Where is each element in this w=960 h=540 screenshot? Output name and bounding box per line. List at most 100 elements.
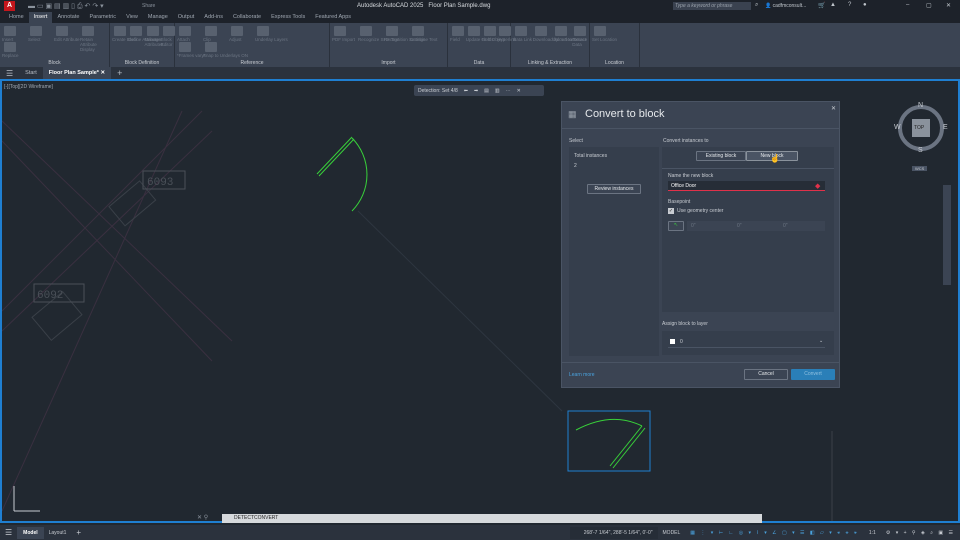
navigation-bar[interactable] <box>943 185 951 285</box>
ribbon-tab-output[interactable]: Output <box>173 12 200 23</box>
ribbon-tool-icon[interactable] <box>146 26 159 36</box>
ribbon-tool-icon[interactable] <box>515 26 527 36</box>
coordinates-readout[interactable]: 268'-7 1/64", 288'-5 1/64", 0'-0" <box>569 526 658 539</box>
y-coordinate-input[interactable]: 0" <box>733 221 779 231</box>
panel-label[interactable]: Block Definition <box>110 60 174 66</box>
close-icon[interactable]: ✕ <box>517 88 521 94</box>
ribbon-tool-icon[interactable] <box>205 26 217 36</box>
compass-n[interactable]: N <box>918 102 923 109</box>
ribbon-tool-icon[interactable] <box>594 26 606 36</box>
panel-label[interactable]: Reference <box>175 60 329 66</box>
wcs-menu[interactable]: WCS <box>912 166 928 171</box>
menu-icon[interactable]: ☰ <box>0 528 17 537</box>
ribbon-tab-featured-apps[interactable]: Featured Apps <box>310 12 356 23</box>
user-menu[interactable]: 👤 cadfmconsult... <box>765 3 806 9</box>
ribbon-tool-label[interactable]: Data Link <box>513 37 532 42</box>
annotation-scale[interactable]: 1:1 <box>864 530 881 536</box>
ribbon-tool-icon[interactable] <box>162 26 175 36</box>
block-name-input[interactable]: Office Door <box>668 181 825 191</box>
review-instances-button[interactable]: Review instances <box>587 184 641 194</box>
ribbon-tool-icon[interactable] <box>386 26 398 36</box>
quick-access-icons[interactable]: ▬ ▭ ▣ ▤ ▥ ▯ ⎙ ↶ ↷ ▾ <box>28 2 104 11</box>
share-button[interactable]: Share <box>142 3 155 9</box>
panel-label[interactable]: Import <box>330 60 447 66</box>
ribbon-tool-icon[interactable] <box>4 42 16 52</box>
viewport-label[interactable]: [-][Top][2D Wireframe] <box>4 84 53 90</box>
ribbon-tool-label[interactable]: Underlay Layers <box>255 37 288 42</box>
ignore-icon[interactable]: ▥ <box>495 88 500 94</box>
command-line-tools[interactable]: ✕ ⚲ <box>197 514 208 521</box>
ribbon-tab-parametric[interactable]: Parametric <box>84 12 121 23</box>
viewcube[interactable]: TOP N S W E WCS <box>894 102 950 180</box>
search-input[interactable]: Type a keyword or phrase <box>673 2 751 10</box>
tab-start[interactable]: Start <box>19 70 43 76</box>
ribbon-tool-label[interactable]: *Frames vary* <box>177 53 206 58</box>
ribbon-tab-express-tools[interactable]: Express Tools <box>266 12 310 23</box>
ribbon-tool-icon[interactable] <box>4 26 16 36</box>
x-coordinate-input[interactable]: 0" <box>687 221 733 231</box>
ribbon-tool-icon[interactable] <box>554 26 567 36</box>
ribbon-tool-icon[interactable] <box>130 26 143 36</box>
ribbon-tab-add-ins[interactable]: Add-ins <box>199 12 228 23</box>
autodesk-icon[interactable]: ▲ <box>830 2 836 8</box>
compass-s[interactable]: S <box>918 147 923 154</box>
model-space-button[interactable]: MODEL <box>658 530 686 536</box>
ribbon-tool-label[interactable]: Set Location <box>592 37 617 42</box>
tab-layout1[interactable]: Layout1 <box>44 530 72 536</box>
ribbon-tool-icon[interactable] <box>483 26 496 36</box>
ribbon-tool-icon[interactable] <box>452 26 464 36</box>
learn-more-link[interactable]: Learn more <box>569 372 595 378</box>
cancel-button[interactable]: Cancel <box>744 369 788 380</box>
close-icon[interactable]: ✕ <box>946 2 951 9</box>
convert-button[interactable]: Convert <box>791 369 835 380</box>
ribbon-tab-manage[interactable]: Manage <box>143 12 173 23</box>
account-icon[interactable]: ● <box>863 2 867 8</box>
close-tab-icon[interactable]: ✕ <box>100 70 105 76</box>
status-tools-icons[interactable]: ⚙ ▾ + ⚲ ◈ ⌕ ▣ ☰ <box>881 530 960 536</box>
compass-w[interactable]: W <box>894 124 901 131</box>
search-icon[interactable]: ⌕ <box>755 2 758 9</box>
panel-label[interactable]: Linking & Extraction <box>511 60 589 66</box>
ribbon-tool-label[interactable]: PDF Import <box>332 37 355 42</box>
command-line[interactable]: DETECTCONVERT <box>222 514 762 523</box>
add-layout-icon[interactable]: + <box>71 528 86 537</box>
ribbon-tool-icon[interactable] <box>114 26 126 36</box>
ribbon-tool-icon[interactable] <box>334 26 346 36</box>
panel-label[interactable]: Block <box>0 60 109 66</box>
panel-label[interactable]: Location <box>590 60 639 66</box>
ribbon-tab-view[interactable]: View <box>121 12 143 23</box>
ribbon-tool-icon[interactable] <box>360 26 372 36</box>
tab-model[interactable]: Model <box>17 526 44 539</box>
minimize-icon[interactable]: – <box>906 2 909 8</box>
ribbon-tool-label[interactable]: Edit Attribute <box>54 37 80 42</box>
ribbon-tool-icon[interactable] <box>179 26 191 36</box>
layer-dropdown[interactable]: 0 ⌄ <box>668 337 825 348</box>
ribbon-tool-label[interactable]: Block Editor <box>161 37 174 47</box>
convert-icon[interactable]: ▤ <box>484 88 489 94</box>
ribbon-tool-icon[interactable] <box>574 26 587 36</box>
more-icon[interactable]: ⋯ <box>506 88 511 94</box>
panel-label[interactable]: Data <box>448 60 510 66</box>
ribbon-tool-label[interactable]: Combine Text <box>410 37 437 42</box>
ribbon-tab-annotate[interactable]: Annotate <box>52 12 84 23</box>
restore-icon[interactable]: ▢ <box>926 2 932 9</box>
ribbon-tool-icon[interactable] <box>179 42 191 52</box>
geometry-center-checkbox[interactable]: ✓ <box>668 208 674 214</box>
menu-icon[interactable]: ☰ <box>0 69 19 78</box>
ribbon-tool-label[interactable]: Select <box>28 37 41 42</box>
help-icon[interactable]: ? <box>848 2 851 8</box>
ribbon-tool-label[interactable]: Extract Data <box>572 37 589 47</box>
z-coordinate-input[interactable]: 0" <box>779 221 825 231</box>
close-dialog-icon[interactable]: ✕ <box>831 105 836 112</box>
ribbon-tool-label[interactable]: Snap to Underlays ON <box>203 53 248 58</box>
drafting-toggle-icons[interactable]: ▦ ⋮ ▾ ⊢ ∟ ◎ ▾ ⌇ ▾ ∠ ▢ ▾ ☰ ◧ ▱ ▾ ⚹ ⚹ ⚹ <box>685 530 864 536</box>
pick-point-button[interactable]: ↖ <box>668 221 684 231</box>
ribbon-tab-home[interactable]: Home <box>4 12 29 23</box>
ribbon-tool-icon[interactable] <box>30 26 42 36</box>
ribbon-tool-label[interactable]: Retain Attribute Display <box>80 37 109 52</box>
ribbon-tool-icon[interactable] <box>82 26 94 36</box>
ribbon-tool-icon[interactable] <box>231 26 243 36</box>
autocad-logo[interactable]: A <box>4 1 15 11</box>
ribbon-tool-icon[interactable] <box>534 26 547 36</box>
existing-block-toggle[interactable]: Existing block <box>696 151 746 161</box>
